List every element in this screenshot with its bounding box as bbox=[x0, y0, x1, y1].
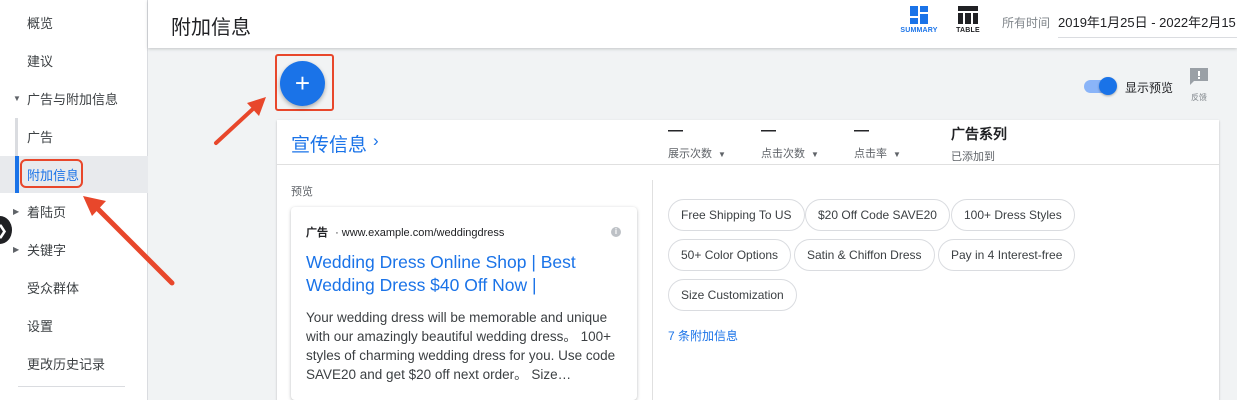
sidebar-item-change-history[interactable]: 更改历史记录 bbox=[0, 345, 148, 382]
ad-separator: · bbox=[335, 227, 339, 239]
extension-card: 宣传信息 › — 展示次数 ▼ — 点击次数 ▼ — 点击率 ▼ 广告系列 已添加到 … bbox=[277, 120, 1219, 400]
sidebar-item-overview[interactable]: 概览 bbox=[0, 4, 148, 41]
chevron-right-icon[interactable]: › bbox=[373, 131, 379, 151]
sidebar: 概览 建议 ▼ 广告与附加信息 广告 附加信息 ▶ 着陆页 ▶ 关键字 受众群体… bbox=[0, 0, 148, 400]
card-header: 宣传信息 › — 展示次数 ▼ — 点击次数 ▼ — 点击率 ▼ 广告系列 已添加到 bbox=[277, 120, 1219, 165]
sidebar-item-label: 着陆页 bbox=[27, 205, 67, 220]
metric-value: — bbox=[668, 122, 683, 139]
ad-display-url: www.example.com/weddingdress bbox=[341, 227, 505, 239]
metric-label: 展示次数 ▼ bbox=[668, 148, 726, 160]
sidebar-item-label: 建议 bbox=[27, 54, 54, 69]
sidebar-divider bbox=[18, 386, 125, 387]
ad-meta: 广告 · www.example.com/weddingdress bbox=[306, 224, 504, 240]
sidebar-item-ads[interactable]: 广告 bbox=[0, 118, 148, 155]
preview-toggle-label: 显示预览 bbox=[1125, 81, 1174, 95]
extension-chip[interactable]: Pay in 4 Interest-free bbox=[938, 239, 1076, 271]
active-indicator bbox=[15, 156, 19, 193]
metric-ctr[interactable]: — 点击率 ▼ bbox=[854, 122, 901, 161]
extension-chip[interactable]: Satin & Chiffon Dress bbox=[794, 239, 935, 271]
extension-chip[interactable]: 100+ Dress Styles bbox=[951, 199, 1075, 231]
ad-headline[interactable]: Wedding Dress Online Shop | Best Wedding… bbox=[306, 251, 626, 297]
extension-chip[interactable]: 50+ Color Options bbox=[668, 239, 792, 271]
table-icon bbox=[958, 6, 978, 24]
preview-label: 预览 bbox=[291, 186, 313, 198]
metric-clicks[interactable]: — 点击次数 ▼ bbox=[761, 122, 819, 161]
metric-value: — bbox=[854, 122, 869, 139]
sidebar-item-settings[interactable]: 设置 bbox=[0, 307, 148, 344]
feedback-button[interactable]: 反馈 bbox=[1186, 67, 1212, 103]
caret-right-icon: ▶ bbox=[13, 207, 20, 216]
dropdown-icon: ▼ bbox=[718, 150, 726, 159]
top-header: 附加信息 SUMMARY TABLE 所有时间 2019年1月25日 - 202… bbox=[148, 0, 1237, 48]
date-range-picker[interactable]: 2019年1月25日 - 2022年2月15日 bbox=[1058, 12, 1237, 38]
feedback-icon bbox=[1190, 68, 1208, 85]
summary-view-label: SUMMARY bbox=[900, 27, 938, 34]
add-extension-button[interactable]: + bbox=[280, 61, 325, 106]
ad-badge: 广告 bbox=[306, 227, 328, 239]
campaign-title: 广告系列 bbox=[951, 126, 1007, 142]
sidebar-item-label: 广告与附加信息 bbox=[27, 92, 119, 107]
metric-campaign: 广告系列 已添加到 bbox=[951, 122, 1007, 164]
plus-icon: + bbox=[294, 68, 311, 98]
table-view-button[interactable]: TABLE bbox=[946, 6, 990, 42]
summary-view-button[interactable]: SUMMARY bbox=[897, 6, 941, 42]
summary-icon bbox=[910, 6, 928, 24]
sidebar-item-audiences[interactable]: 受众群体 bbox=[0, 269, 148, 306]
sidebar-item-label: 受众群体 bbox=[27, 281, 80, 296]
sidebar-item-recommendations[interactable]: 建议 bbox=[0, 42, 148, 79]
sidebar-item-label: 概览 bbox=[27, 16, 54, 31]
caret-down-icon: ▼ bbox=[13, 94, 21, 103]
extension-chip[interactable]: Free Shipping To US bbox=[668, 199, 805, 231]
metric-value: — bbox=[761, 122, 776, 139]
more-extensions-link[interactable]: 7 条附加信息 bbox=[668, 327, 738, 344]
ad-description: Your wedding dress will be memorable and… bbox=[306, 310, 616, 382]
preview-toggle-knob[interactable] bbox=[1099, 77, 1117, 95]
feedback-label: 反馈 bbox=[1191, 93, 1207, 102]
page-title: 附加信息 bbox=[171, 17, 251, 39]
dropdown-icon: ▼ bbox=[811, 150, 819, 159]
dropdown-icon: ▼ bbox=[893, 150, 901, 159]
table-view-label: TABLE bbox=[956, 27, 980, 34]
campaign-subtitle: 已添加到 bbox=[951, 151, 995, 163]
sidebar-item-label: 广告 bbox=[27, 130, 54, 145]
extension-chip[interactable]: Size Customization bbox=[668, 279, 797, 311]
sidebar-item-label: 设置 bbox=[27, 319, 54, 334]
sidebar-item-label: 关键字 bbox=[27, 243, 67, 258]
metric-label: 点击率 ▼ bbox=[854, 148, 901, 160]
sidebar-item-keywords[interactable]: ▶ 关键字 bbox=[0, 231, 148, 268]
ad-preview: 广告 · www.example.com/weddingdress i Wedd… bbox=[291, 207, 637, 400]
sidebar-item-landing-pages[interactable]: ▶ 着陆页 bbox=[0, 193, 148, 230]
caret-right-icon: ▶ bbox=[13, 245, 20, 254]
arrow-to-fab bbox=[214, 97, 266, 145]
metric-impressions[interactable]: — 展示次数 ▼ bbox=[668, 122, 726, 161]
column-divider bbox=[652, 180, 653, 400]
info-icon[interactable]: i bbox=[611, 227, 621, 237]
extension-chip[interactable]: $20 Off Code SAVE20 bbox=[805, 199, 950, 231]
metric-label: 点击次数 ▼ bbox=[761, 148, 819, 160]
sidebar-item-label: 更改历史记录 bbox=[27, 357, 106, 372]
sidebar-item-ads-extensions[interactable]: ▼ 广告与附加信息 bbox=[0, 80, 148, 117]
card-title[interactable]: 宣传信息 bbox=[291, 130, 367, 157]
date-range-label: 所有时间 bbox=[1002, 16, 1051, 30]
highlight-box-nav bbox=[20, 159, 83, 188]
